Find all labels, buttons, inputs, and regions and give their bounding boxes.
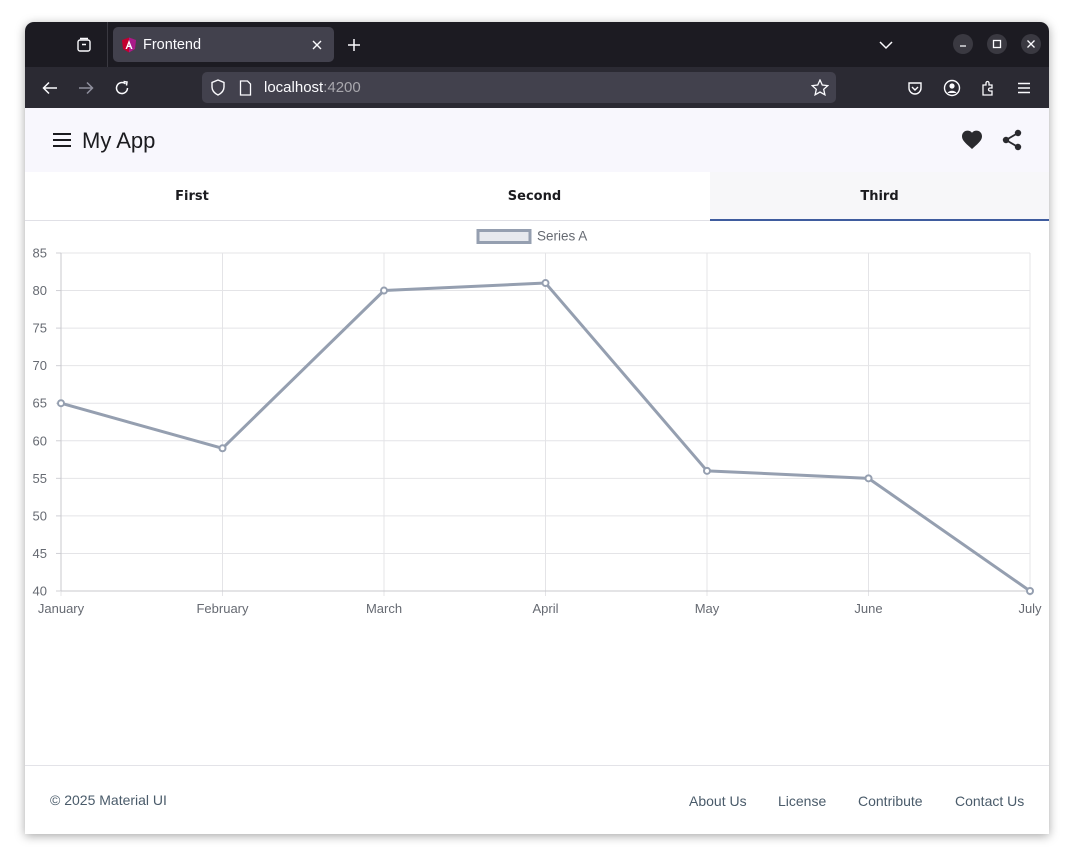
tab-first[interactable]: First — [25, 172, 359, 220]
tab-second[interactable]: Second — [359, 172, 710, 220]
tab-third[interactable]: Third — [710, 172, 1049, 221]
y-tick-label: 60 — [33, 433, 47, 448]
browser-nav-bar: localhost:4200 — [25, 67, 1049, 108]
data-point — [703, 466, 711, 475]
shield-icon[interactable] — [210, 79, 226, 101]
footer-link-about-us[interactable]: About Us — [689, 793, 747, 809]
data-point — [864, 474, 873, 483]
x-tick-label: March — [366, 601, 402, 616]
tab-group: First Second Third — [25, 172, 1049, 221]
browser-tab-bar: Frontend — [25, 22, 1049, 67]
line-chart: 85 80 75 70 65 60 55 50 45 40 January February March… — [33, 229, 1043, 617]
y-tick-label: 70 — [33, 358, 47, 373]
close-tab-icon[interactable] — [304, 32, 330, 58]
reload-icon[interactable] — [108, 74, 136, 102]
app-content: My App First Second Third 85 80 75 70 65 60 55… — [25, 108, 1049, 834]
bookmark-star-icon[interactable] — [810, 78, 830, 101]
maximize-window-icon[interactable] — [987, 34, 1007, 54]
tab-title: Frontend — [143, 36, 202, 53]
back-arrow-icon[interactable] — [36, 74, 64, 102]
close-window-icon[interactable] — [1021, 34, 1041, 54]
page-info-icon[interactable] — [239, 80, 252, 101]
menu-icon[interactable] — [42, 120, 82, 160]
footer-link-contribute[interactable]: Contribute — [858, 793, 923, 809]
browser-window: Frontend localhost:4200 My App First Sec… — [25, 22, 1049, 834]
url-host: localhost — [264, 79, 324, 96]
y-tick-label: 50 — [33, 508, 47, 523]
app-title: My App — [82, 128, 156, 153]
data-point — [541, 279, 550, 288]
x-tick-label: February — [196, 601, 249, 616]
y-tick-label: 80 — [33, 283, 47, 298]
favorite-heart-icon[interactable] — [952, 120, 992, 160]
minimize-window-icon[interactable] — [953, 34, 973, 54]
url-bar[interactable]: localhost:4200 — [202, 72, 836, 103]
footer-link-license[interactable]: License — [778, 793, 826, 809]
x-tick-label: May — [695, 601, 720, 616]
extensions-icon[interactable] — [974, 74, 1002, 102]
url-text: localhost:4200 — [264, 79, 361, 96]
url-port: :4200 — [323, 79, 361, 96]
y-tick-label: 45 — [33, 546, 47, 561]
tab-second-label: Second — [507, 188, 562, 204]
y-tick-label: 85 — [33, 246, 47, 261]
tab-groups-icon[interactable] — [73, 34, 95, 56]
data-point — [380, 286, 388, 295]
list-all-tabs-icon[interactable] — [875, 34, 897, 56]
footer: © 2025 Material UI About Us License Cont… — [25, 765, 1049, 834]
tab-first-label: First — [175, 188, 209, 204]
account-icon[interactable] — [938, 74, 966, 102]
x-tick-label: April — [532, 601, 558, 616]
new-tab-icon[interactable] — [343, 34, 365, 56]
x-tick-label: January — [38, 601, 85, 616]
angular-logo-icon — [121, 37, 137, 53]
data-point — [218, 444, 227, 453]
browser-tab-frontend[interactable]: Frontend — [113, 27, 334, 62]
app-menu-icon[interactable] — [1010, 74, 1038, 102]
x-tick-label: July — [1018, 601, 1042, 616]
y-tick-label: 65 — [33, 396, 47, 411]
footer-link-contact-us[interactable]: Contact Us — [955, 793, 1024, 809]
legend-swatch — [476, 229, 532, 244]
copyright-text: © 2025 Material UI — [50, 792, 167, 808]
legend-label: Series A — [537, 229, 587, 244]
data-point — [57, 399, 65, 408]
y-tick-label: 75 — [33, 321, 47, 336]
share-icon[interactable] — [992, 120, 1032, 160]
app-toolbar: My App — [25, 108, 1049, 172]
pocket-icon[interactable] — [901, 74, 929, 102]
x-tick-label: June — [854, 601, 882, 616]
y-tick-label: 40 — [33, 584, 47, 599]
data-point — [1026, 587, 1034, 595]
y-tick-label: 55 — [33, 471, 47, 486]
tab-third-label: Third — [860, 188, 899, 204]
forward-arrow-icon[interactable] — [72, 74, 100, 102]
